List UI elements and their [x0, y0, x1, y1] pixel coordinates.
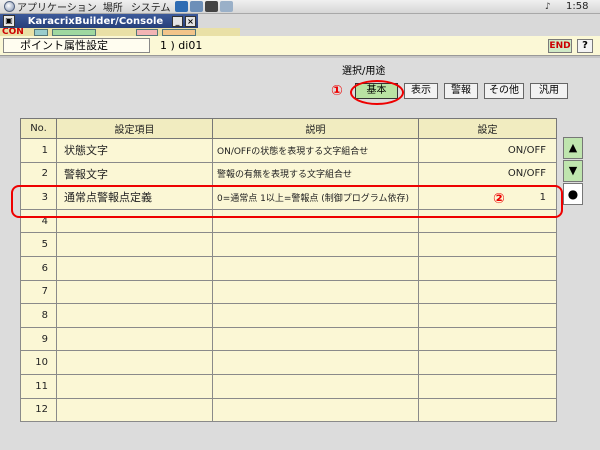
quick-launch [174, 1, 233, 12]
table-row[interactable]: 2 警報文字 警報の有無を表現する文字組合せ ON/OFF [20, 161, 557, 187]
toolbar-button[interactable] [136, 29, 158, 36]
category-button-alarm[interactable]: 警報 [444, 83, 478, 99]
row-item [56, 326, 213, 352]
annotation-row-highlight [11, 185, 563, 218]
row-value[interactable] [418, 397, 557, 423]
row-number: 11 [20, 373, 57, 399]
annotation-marker-2: ② [493, 191, 505, 207]
console-window-titlebar[interactable]: ▣ KaracrixBuilder/Console _ × [0, 14, 198, 28]
row-description [212, 350, 419, 375]
row-value[interactable] [418, 373, 557, 399]
applications-menu[interactable]: アプリケーション [2, 0, 103, 14]
scroll-up-button[interactable]: ▲ [563, 137, 583, 159]
row-item [56, 279, 213, 305]
toolbar-button[interactable] [162, 29, 196, 36]
table-row[interactable]: 6 [20, 255, 557, 281]
category-button-general[interactable]: 汎用 [530, 83, 568, 99]
row-number: 6 [20, 255, 57, 281]
table-row[interactable]: 8 [20, 303, 557, 328]
column-header-no: No. [20, 118, 57, 139]
column-header-description: 説明 [212, 118, 419, 139]
row-item [56, 303, 213, 328]
row-item [56, 255, 213, 281]
row-value[interactable] [418, 255, 557, 281]
row-value[interactable]: ON/OFF [418, 161, 557, 187]
column-header-item: 設定項目 [56, 118, 213, 139]
window-title: KaracrixBuilder/Console [27, 15, 164, 27]
row-item [56, 373, 213, 399]
table-row[interactable]: 12 [20, 397, 557, 423]
clock[interactable]: 1:58 [566, 1, 588, 12]
row-value[interactable] [418, 232, 557, 257]
column-header-value: 設定 [418, 118, 557, 139]
row-description [212, 397, 419, 423]
row-description [212, 255, 419, 281]
category-group-label: 選択/用途 [342, 66, 386, 77]
row-value[interactable] [418, 279, 557, 305]
row-number: 7 [20, 279, 57, 305]
annotation-marker-1: ① [331, 83, 343, 99]
table-row[interactable]: 7 [20, 279, 557, 305]
row-number: 8 [20, 303, 57, 328]
volume-icon[interactable]: ♪ [545, 2, 555, 12]
toolbar-button[interactable] [52, 29, 96, 36]
row-description: 警報の有無を表現する文字組合せ [212, 161, 419, 187]
scroll-down-button[interactable]: ▼ [563, 160, 583, 182]
app-icon: ▣ [3, 15, 15, 27]
minimize-icon[interactable]: _ [172, 15, 183, 27]
point-name: 1 ) di01 [160, 39, 203, 52]
settings-table: No. 設定項目 説明 設定 1 状態文字 ON/OFFの状態を表現する文字組合せ O… [20, 118, 557, 423]
console-toolbar: CON [0, 28, 240, 36]
row-number: 9 [20, 326, 57, 352]
row-value[interactable] [418, 326, 557, 352]
places-menu[interactable]: 場所 [103, 0, 123, 14]
category-button-other[interactable]: その他 [484, 83, 524, 99]
browser-icon[interactable] [174, 1, 188, 12]
scroll-controls: ▲ ▼ ● [563, 137, 585, 206]
row-number: 12 [20, 397, 57, 423]
editor-icon[interactable] [219, 1, 233, 12]
annotation-circle [350, 80, 404, 105]
row-number: 2 [20, 161, 57, 187]
table-row[interactable]: 10 [20, 350, 557, 375]
row-description [212, 373, 419, 399]
system-menu[interactable]: システム [131, 0, 171, 14]
foot-icon [4, 1, 15, 12]
end-button[interactable]: END [548, 39, 572, 53]
row-description [212, 303, 419, 328]
row-item: 状態文字 [56, 138, 213, 163]
row-value[interactable] [418, 350, 557, 375]
terminal-icon[interactable] [204, 1, 218, 12]
scroll-home-button[interactable]: ● [563, 183, 583, 205]
screen-header: ポイント属性設定 1 ) di01 END ? [0, 36, 600, 56]
help-button[interactable]: ? [577, 39, 593, 53]
con-label: CON [2, 28, 24, 36]
row-value[interactable] [418, 303, 557, 328]
row-number: 10 [20, 350, 57, 375]
row-description [212, 326, 419, 352]
screen-name: ポイント属性設定 [3, 38, 150, 53]
row-number: 1 [20, 138, 57, 163]
row-item [56, 232, 213, 257]
table-header-row: No. 設定項目 説明 設定 [20, 118, 557, 139]
toolbar-button[interactable] [34, 29, 48, 36]
table-row[interactable]: 9 [20, 326, 557, 352]
table-row[interactable]: 11 [20, 373, 557, 399]
row-description [212, 232, 419, 257]
applications-menu-label: アプリケーション [17, 3, 97, 14]
close-icon[interactable]: × [185, 15, 196, 27]
row-item [56, 350, 213, 375]
table-row[interactable]: 5 [20, 232, 557, 257]
category-button-display[interactable]: 表示 [404, 83, 438, 99]
row-description: ON/OFFの状態を表現する文字組合せ [212, 138, 419, 163]
table-row[interactable]: 1 状態文字 ON/OFFの状態を表現する文字組合せ ON/OFF [20, 138, 557, 163]
row-description [212, 279, 419, 305]
mail-icon[interactable] [189, 1, 203, 12]
row-item [56, 397, 213, 423]
row-number: 5 [20, 232, 57, 257]
desktop-top-panel: アプリケーション 場所 システム ♪ 1:58 [0, 0, 600, 14]
row-value[interactable]: ON/OFF [418, 138, 557, 163]
row-item: 警報文字 [56, 161, 213, 187]
